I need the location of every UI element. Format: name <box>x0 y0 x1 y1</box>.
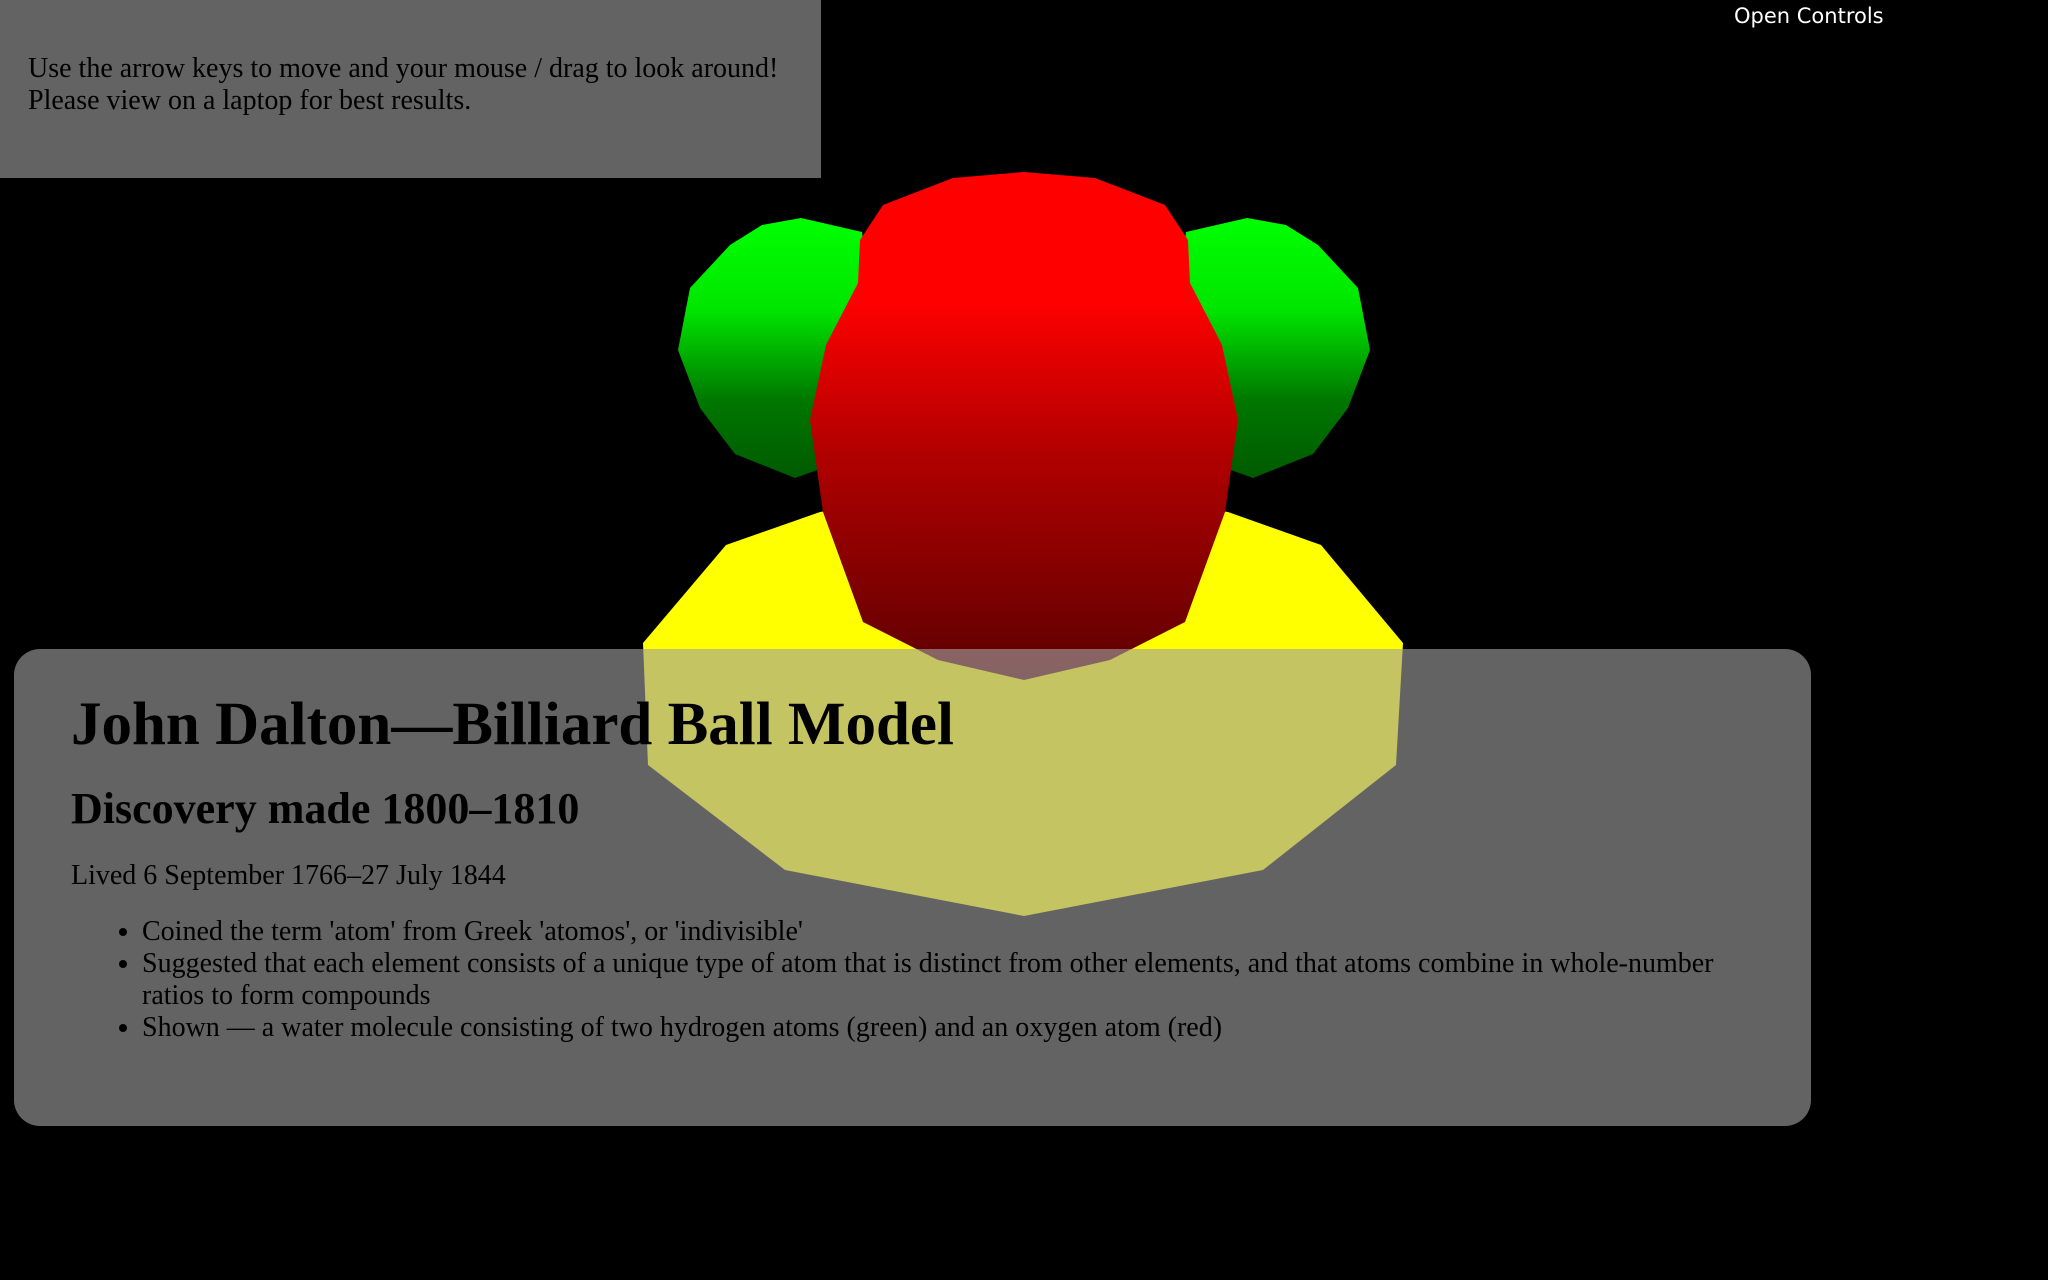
oxygen-atom <box>810 172 1238 680</box>
list-item: Shown — a water molecule consisting of t… <box>142 1012 1811 1044</box>
info-panel: John Dalton—Billiard Ball Model Discover… <box>14 649 1811 1126</box>
instructions-line-1: Use the arrow keys to move and your mous… <box>28 53 779 84</box>
instructions-line-2: Please view on a laptop for best results… <box>28 85 472 116</box>
open-controls-button[interactable]: Open Controls <box>1734 4 1884 28</box>
lifespan-text: Lived 6 September 1766–27 July 1844 <box>71 860 506 891</box>
list-item: Coined the term 'atom' from Greek 'atomo… <box>142 916 1811 948</box>
instructions-panel: Use the arrow keys to move and your mous… <box>0 0 821 178</box>
facts-list: Coined the term 'atom' from Greek 'atomo… <box>71 916 1811 1044</box>
page-title: John Dalton—Billiard Ball Model <box>71 691 954 758</box>
list-item: Suggested that each element consists of … <box>142 948 1811 1012</box>
discovery-date-heading: Discovery made 1800–1810 <box>71 784 580 833</box>
